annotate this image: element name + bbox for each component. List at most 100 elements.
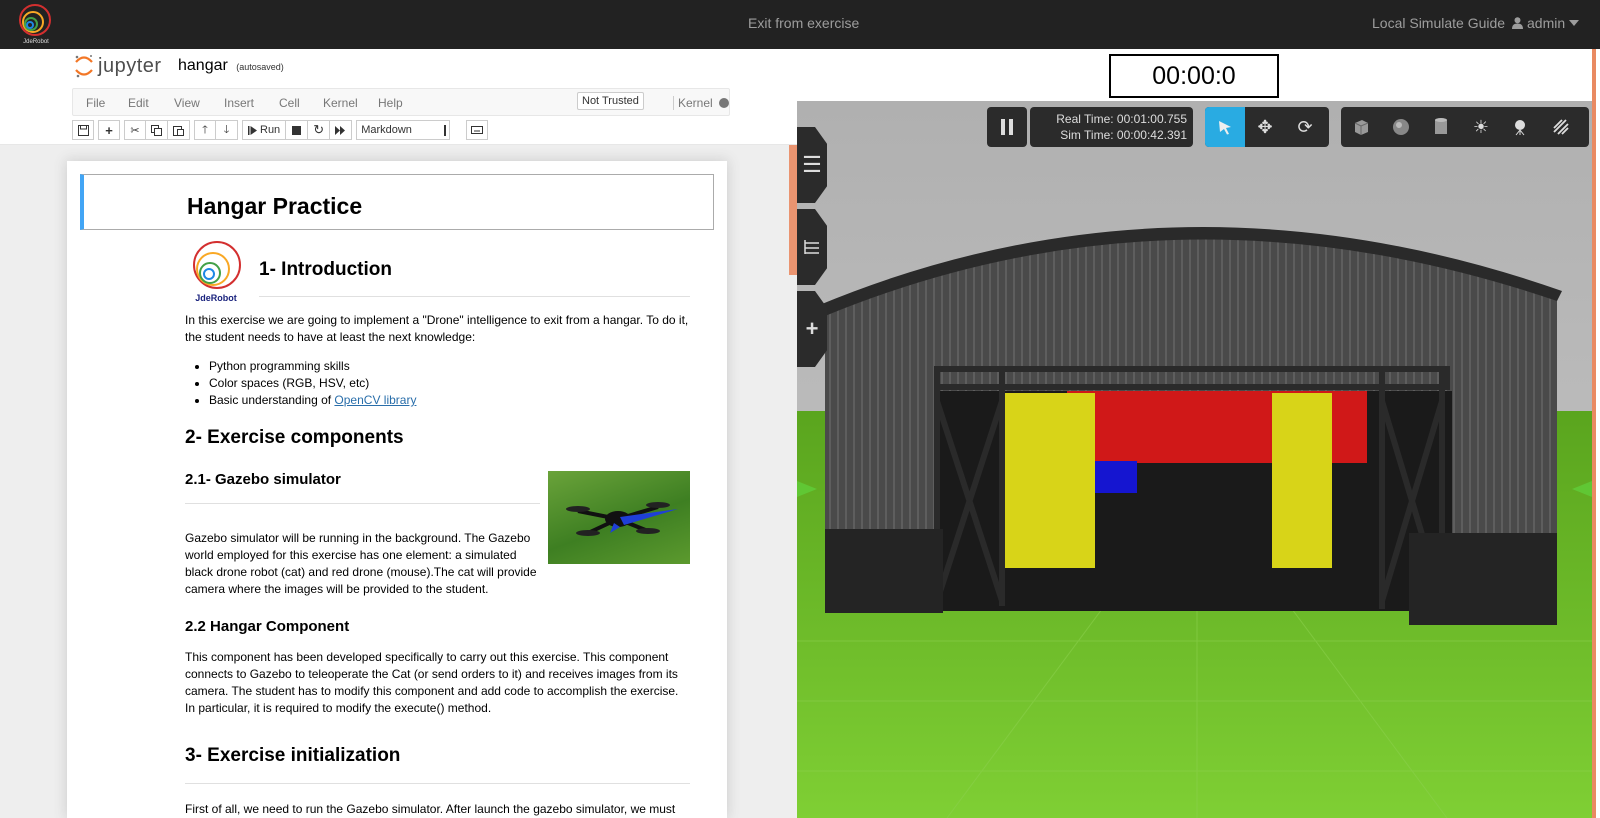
pause-icon [1001, 119, 1013, 135]
menu-edit[interactable]: Edit [128, 96, 149, 110]
keyboard-icon [471, 126, 484, 134]
caret-down-icon [1569, 20, 1580, 26]
menu-cell[interactable]: Cell [279, 96, 300, 110]
drone-image [548, 471, 690, 564]
top-navbar: JdeRobot Exit from exercise Local Simula… [0, 0, 1600, 49]
copy-icon [151, 124, 162, 136]
insert-directional-light-button[interactable] [1541, 107, 1581, 147]
list-item: Basic understanding of OpenCV library [209, 392, 690, 409]
kernel-indicator: Kernel [673, 96, 729, 110]
save-button[interactable] [72, 120, 94, 140]
jupyter-panel: jupyter hangar (autosaved) File Edit Vie… [0, 49, 797, 818]
gazebo-heading: 2.1- Gazebo simulator [185, 471, 341, 488]
not-trusted-button[interactable]: Not Trusted [577, 92, 644, 110]
jupyter-logo-text: jupyter [98, 54, 162, 77]
plus-icon: + [105, 122, 113, 138]
gazebo-viewport[interactable]: ☰ + Real Time: 00:01:00.755 Sim Time: 00… [797, 101, 1592, 818]
move-arrows-icon: ✥ [1257, 116, 1273, 137]
cut-button[interactable]: ✂ [124, 120, 146, 140]
notebook-toolbar: + ✂ 🡑 🡓 Run ↻ Markdown [72, 120, 492, 140]
arrow-up-icon: 🡑 [202, 123, 208, 136]
scissors-icon: ✂ [130, 124, 140, 137]
knowledge-list: Python programming skills Color spaces (… [185, 358, 690, 409]
tree-icon [804, 240, 819, 254]
menu-help[interactable]: Help [378, 96, 403, 110]
interrupt-button[interactable] [286, 120, 309, 140]
opencv-link[interactable]: OpenCV library [334, 393, 416, 407]
pause-button[interactable] [987, 107, 1027, 147]
paste-button[interactable] [168, 120, 190, 140]
cylinder-icon [1435, 118, 1447, 134]
box-icon [1354, 120, 1369, 135]
play-pause-panel [987, 107, 1027, 147]
select-mode-button[interactable] [1205, 107, 1245, 147]
notebook-name[interactable]: hangar (autosaved) [178, 57, 284, 75]
jupyter-logo-icon [75, 55, 93, 78]
insert-tab[interactable]: + [797, 291, 827, 367]
menu-file[interactable]: File [86, 96, 105, 110]
insert-box-button[interactable] [1341, 107, 1381, 147]
copy-button[interactable] [146, 120, 168, 140]
restart-run-all-button[interactable] [330, 120, 353, 140]
jupyter-header: jupyter hangar (autosaved) File Edit Vie… [0, 49, 797, 145]
command-palette-button[interactable] [466, 120, 489, 140]
tree-tab[interactable] [797, 209, 827, 285]
refresh-icon: ↻ [313, 122, 325, 137]
fast-forward-icon [335, 125, 346, 135]
insert-sphere-button[interactable] [1381, 107, 1421, 147]
jde-logo-caption: JdeRobot [195, 293, 237, 302]
manipulation-panel: ✥ ⟳ [1205, 107, 1329, 147]
jupyter-logo[interactable]: jupyter [74, 54, 162, 78]
insert-point-light-button[interactable]: ☀ [1461, 107, 1501, 147]
move-up-button[interactable]: 🡑 [194, 120, 216, 140]
intro-text: In this exercise we are going to impleme… [185, 313, 689, 344]
menu-tab[interactable]: ☰ [797, 127, 827, 203]
insert-cylinder-button[interactable] [1421, 107, 1461, 147]
jderobot-logo[interactable]: JdeRobot [16, 3, 56, 45]
gazebo-text: Gazebo simulator will be running in the … [185, 531, 537, 596]
list-item: Color spaces (RGB, HSV, etc) [209, 375, 690, 392]
step-forward-icon [248, 125, 257, 135]
run-button[interactable]: Run [242, 120, 287, 140]
autosave-status: (autosaved) [236, 62, 284, 72]
directional-light-icon [1553, 119, 1569, 135]
right-edge-stripe [1592, 49, 1596, 818]
cursor-arrow-icon [1219, 121, 1231, 135]
real-time-text: Real Time: 00:01:00.755 [1056, 112, 1187, 126]
init-text: First of all, we need to run the Gazebo … [185, 802, 676, 816]
user-menu[interactable]: admin [1512, 15, 1580, 31]
menu-kernel[interactable]: Kernel [323, 96, 358, 110]
notebook-container: Hangar Practice JdeRobot 1- Introduction… [67, 161, 727, 818]
cell-type-select[interactable]: Markdown [356, 120, 451, 140]
insert-cell-button[interactable]: + [98, 120, 120, 140]
plus-icon: + [805, 316, 819, 341]
init-heading: 3- Exercise initialization [185, 745, 401, 766]
move-down-button[interactable]: 🡓 [216, 120, 238, 140]
exit-exercise-link[interactable]: Exit from exercise [748, 15, 859, 31]
insert-spot-light-button[interactable] [1501, 107, 1541, 147]
run-label: Run [260, 124, 281, 136]
init-rule [185, 783, 690, 784]
stop-icon [292, 125, 302, 135]
intro-rule [259, 296, 690, 297]
translate-mode-button[interactable]: ✥ [1245, 107, 1285, 147]
hangar-scene [797, 101, 1592, 818]
menu-view[interactable]: View [174, 96, 200, 110]
local-simulate-guide-link[interactable]: Local Simulate Guide [1372, 15, 1505, 31]
scroll-indicator[interactable] [789, 145, 797, 275]
hangar-text: This component has been developed specif… [185, 650, 679, 715]
hangar-heading: 2.2 Hangar Component [185, 618, 350, 635]
drone-icon [566, 502, 678, 536]
list-item: Python programming skills [209, 358, 690, 375]
rotate-mode-button[interactable]: ⟳ [1285, 107, 1325, 147]
user-name: admin [1527, 15, 1566, 31]
sun-icon: ☀ [1472, 116, 1490, 137]
logo-text: JdeRobot [23, 39, 49, 45]
restart-button[interactable]: ↻ [308, 120, 331, 140]
spotlight-icon [1515, 120, 1525, 136]
menu-insert[interactable]: Insert [224, 96, 254, 110]
selected-cell[interactable]: Hangar Practice [80, 174, 714, 230]
notebook-title[interactable]: hangar [178, 57, 228, 74]
menu-bar: File Edit View Insert Cell Kernel Help N… [72, 88, 730, 116]
save-icon [77, 124, 89, 136]
